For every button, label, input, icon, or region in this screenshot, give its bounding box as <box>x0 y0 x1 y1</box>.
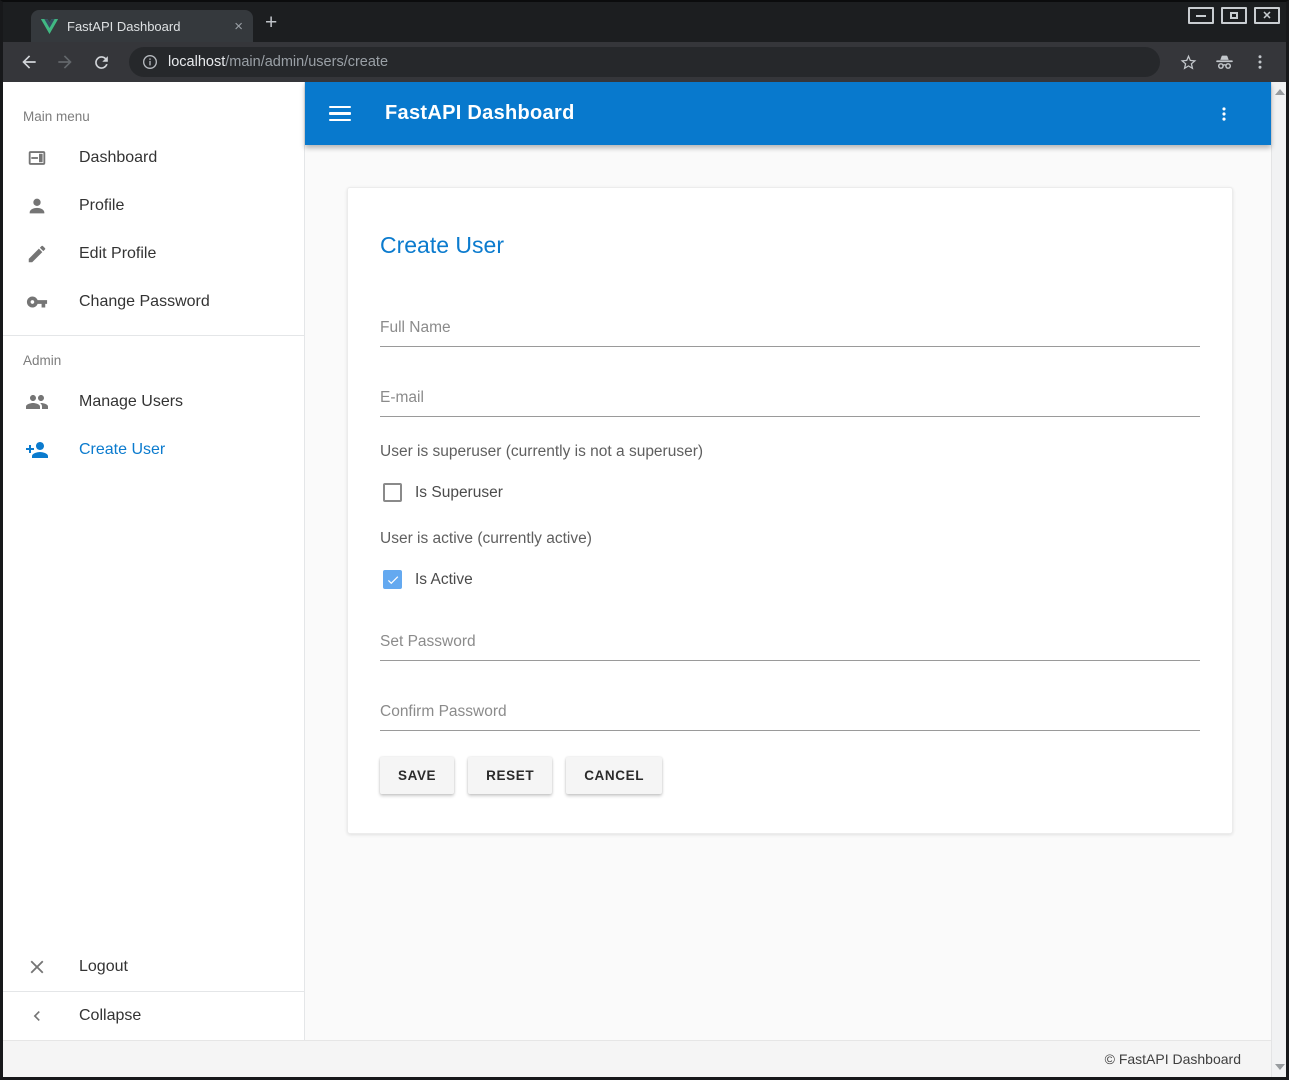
browser-menu-icon[interactable] <box>1246 48 1274 76</box>
sidebar-item-create-user[interactable]: Create User <box>3 426 304 474</box>
full-name-field-wrap <box>380 317 1200 347</box>
sidebar-spacer <box>3 474 304 943</box>
url-text[interactable]: localhost/main/admin/users/create <box>168 54 388 70</box>
page-title: Create User <box>380 232 1200 259</box>
address-bar[interactable]: localhost/main/admin/users/create <box>129 47 1160 77</box>
sidebar-item-change-password[interactable]: Change Password <box>3 278 304 326</box>
tab-strip: FastAPI Dashboard × + ✕ <box>3 2 1286 42</box>
sidebar-item-dashboard[interactable]: Dashboard <box>3 134 304 182</box>
reload-icon[interactable] <box>87 48 115 76</box>
tab-close-icon[interactable]: × <box>234 19 243 34</box>
sidebar-item-label: Logout <box>79 958 128 976</box>
page-footer: © FastAPI Dashboard <box>3 1040 1271 1077</box>
sidebar-item-edit-profile[interactable]: Edit Profile <box>3 230 304 278</box>
sidebar-item-collapse[interactable]: Collapse <box>3 992 304 1040</box>
sidebar-item-label: Dashboard <box>79 149 157 167</box>
sidebar-item-manage-users[interactable]: Manage Users <box>3 378 304 426</box>
appbar-title: FastAPI Dashboard <box>385 102 1215 125</box>
sidebar-section-main-menu: Main menu <box>3 82 304 134</box>
app-bar: FastAPI Dashboard <box>305 82 1271 145</box>
minimize-button[interactable] <box>1188 7 1214 24</box>
active-checkbox-row[interactable]: Is Active <box>380 570 1200 589</box>
confirm-password-field-wrap <box>380 701 1200 731</box>
scroll-up-icon[interactable] <box>1275 89 1285 95</box>
incognito-icon <box>1210 48 1238 76</box>
superuser-checkbox-label: Is Superuser <box>415 484 503 502</box>
pencil-icon <box>25 242 49 266</box>
bookmark-star-icon[interactable] <box>1174 48 1202 76</box>
email-input[interactable] <box>380 387 1200 417</box>
copyright-text: © FastAPI Dashboard <box>1105 1051 1241 1067</box>
reset-button[interactable]: RESET <box>468 757 552 794</box>
sidebar-section-admin: Admin <box>3 336 304 378</box>
browser-toolbar: localhost/main/admin/users/create <box>3 42 1286 82</box>
key-icon <box>25 290 49 314</box>
browser-window: FastAPI Dashboard × + ✕ <box>0 0 1289 1080</box>
sidebar-item-label: Create User <box>79 441 165 459</box>
back-icon[interactable] <box>15 48 43 76</box>
window-controls: ✕ <box>1188 7 1280 24</box>
form-buttons: SAVE RESET CANCEL <box>380 757 1200 794</box>
appbar-menu-icon[interactable] <box>1215 101 1247 127</box>
superuser-checkbox-row[interactable]: Is Superuser <box>380 483 1200 502</box>
cancel-button[interactable]: CANCEL <box>566 757 662 794</box>
close-icon <box>25 955 49 979</box>
superuser-checkbox[interactable] <box>383 483 402 502</box>
sidebar-item-label: Collapse <box>79 1007 141 1025</box>
sidebar: Main menu Dashboard Profile <box>3 82 305 1040</box>
create-user-card: Create User User is superuser (currently… <box>347 187 1233 834</box>
person-icon <box>25 194 49 218</box>
save-button[interactable]: SAVE <box>380 757 454 794</box>
active-checkbox[interactable] <box>383 570 402 589</box>
superuser-status-text: User is superuser (currently is not a su… <box>380 443 1200 461</box>
site-info-icon[interactable] <box>142 54 158 70</box>
content-area: Create User User is superuser (currently… <box>305 145 1271 834</box>
window-close-button[interactable]: ✕ <box>1254 7 1280 24</box>
sidebar-item-profile[interactable]: Profile <box>3 182 304 230</box>
full-name-input[interactable] <box>380 317 1200 347</box>
sidebar-item-label: Manage Users <box>79 393 183 411</box>
confirm-password-input[interactable] <box>380 701 1200 731</box>
forward-icon[interactable] <box>51 48 79 76</box>
vue-logo-icon <box>41 19 58 34</box>
maximize-button[interactable] <box>1221 7 1247 24</box>
vertical-scrollbar[interactable] <box>1271 82 1286 1077</box>
people-icon <box>25 390 49 414</box>
person-add-icon <box>25 438 49 462</box>
url-path: /main/admin/users/create <box>225 54 388 70</box>
hamburger-menu-icon[interactable] <box>329 106 351 122</box>
url-host: localhost <box>168 54 225 70</box>
set-password-field-wrap <box>380 631 1200 661</box>
scroll-down-icon[interactable] <box>1275 1064 1285 1070</box>
new-tab-button[interactable]: + <box>265 11 277 35</box>
sidebar-item-label: Edit Profile <box>79 245 156 263</box>
chevron-left-icon <box>25 1004 49 1028</box>
sidebar-item-label: Profile <box>79 197 124 215</box>
tab-title: FastAPI Dashboard <box>67 19 225 34</box>
page: Main menu Dashboard Profile <box>3 82 1286 1077</box>
main-area: FastAPI Dashboard Create User User is su… <box>305 82 1271 1077</box>
set-password-input[interactable] <box>380 631 1200 661</box>
browser-tab[interactable]: FastAPI Dashboard × <box>31 10 253 42</box>
active-checkbox-label: Is Active <box>415 571 473 589</box>
dashboard-icon <box>25 146 49 170</box>
email-field-wrap <box>380 387 1200 417</box>
sidebar-item-logout[interactable]: Logout <box>3 943 304 991</box>
active-status-text: User is active (currently active) <box>380 530 1200 548</box>
sidebar-item-label: Change Password <box>79 293 210 311</box>
